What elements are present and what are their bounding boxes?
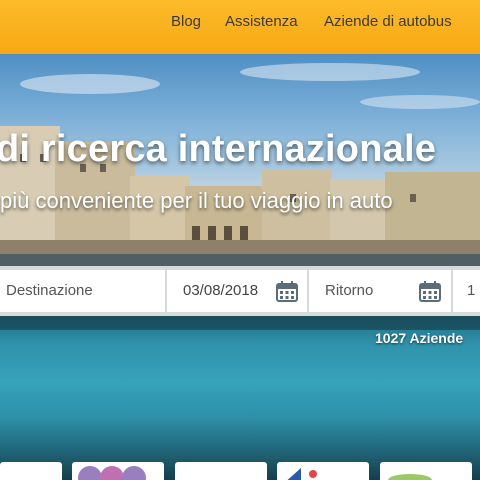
sea-background-section: 1027 Aziende [0,316,480,480]
nav-link-assistenza[interactable]: Assistenza [225,13,298,30]
partner-logo-graphic [78,466,146,480]
destination-placeholder: Destinazione [6,282,93,299]
shadow-band [0,316,480,330]
return-date-field[interactable]: Ritorno [309,270,451,312]
destination-field[interactable]: Destinazione [0,270,165,312]
partner-logo-card[interactable] [277,462,369,480]
partner-logo-graphic [287,468,317,480]
partner-logo-card[interactable] [380,462,472,480]
hero-subtitle: più conveniente per il tuo viaggio in au… [0,188,393,213]
partner-logo-graphic [388,474,432,480]
companies-count: 1027 Aziende [375,330,464,346]
partner-logos-strip [0,462,480,480]
top-navigation-bar: Blog Assistenza Aziende di autobus [0,0,480,54]
hero-banner: di ricerca internazionale più convenient… [0,54,480,266]
nav-link-aziende-di-autobus[interactable]: Aziende di autobus [324,13,452,30]
hero-title: di ricerca internazionale [0,128,437,170]
partner-logo-card[interactable] [0,462,62,480]
calendar-icon[interactable] [276,281,298,302]
passengers-field[interactable]: 1 [453,270,480,312]
return-date-placeholder: Ritorno [325,282,374,299]
partner-logo-card[interactable] [175,462,267,480]
departure-date-field[interactable]: 03/08/2018 [167,270,307,312]
calendar-icon[interactable] [419,281,441,302]
nav-link-blog[interactable]: Blog [171,13,201,30]
partner-logo-card[interactable] [72,462,164,480]
passengers-value: 1 [467,282,476,299]
search-bar: Destinazione 03/08/2018 Ritorno 1 [0,266,480,316]
departure-date-value: 03/08/2018 [183,282,259,299]
